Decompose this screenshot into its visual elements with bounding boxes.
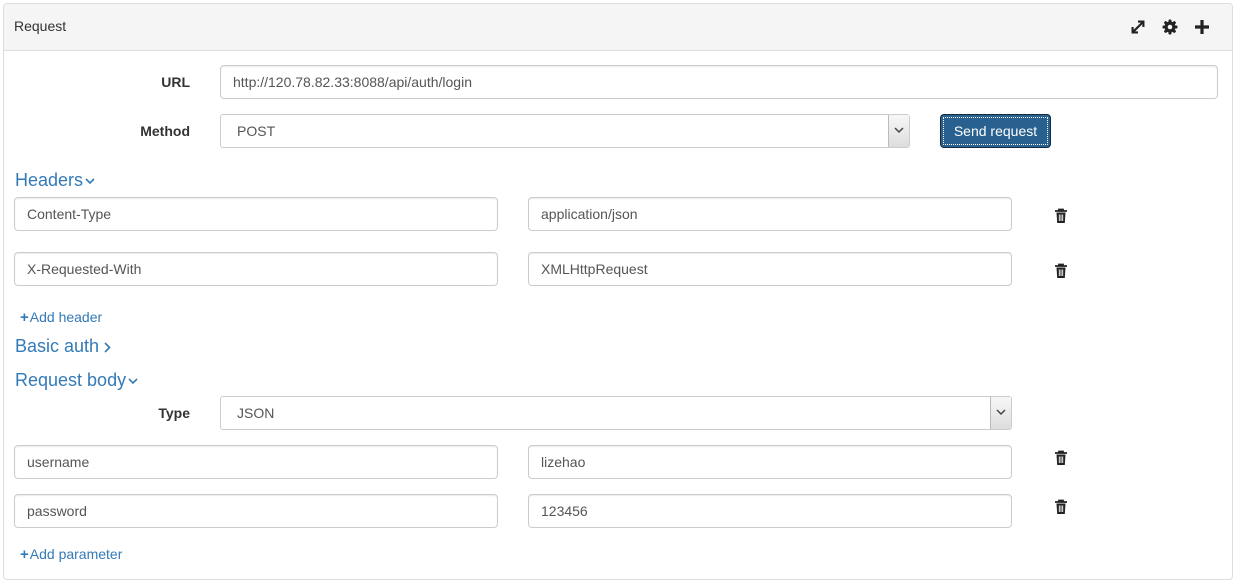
chevron-down-icon[interactable] xyxy=(990,397,1011,429)
url-input[interactable]: http://120.78.82.33:8088/api/auth/login xyxy=(220,65,1218,99)
trash-icon[interactable] xyxy=(1054,499,1068,515)
gear-icon[interactable] xyxy=(1161,18,1179,36)
chevron-down-icon[interactable] xyxy=(888,115,909,147)
method-select-value: POST xyxy=(237,123,276,139)
param-value-input[interactable]: lizehao xyxy=(528,445,1012,479)
panel-title: Request xyxy=(14,18,67,34)
expand-icon[interactable] xyxy=(1129,18,1147,36)
param-name-input[interactable]: password xyxy=(14,494,498,528)
method-label: Method xyxy=(140,123,190,139)
send-request-button[interactable]: Send request xyxy=(940,114,1051,148)
add-header-link[interactable]: +Add header xyxy=(20,309,102,326)
plus-icon[interactable] xyxy=(1193,18,1211,36)
headers-toggle[interactable]: Headers xyxy=(15,170,95,191)
basic-auth-title: Basic auth xyxy=(15,336,100,356)
header-name-input[interactable]: Content-Type xyxy=(14,197,498,231)
chevron-down-icon xyxy=(85,178,95,184)
trash-icon[interactable] xyxy=(1054,450,1068,466)
add-header-label: Add header xyxy=(29,309,103,325)
trash-icon[interactable] xyxy=(1054,208,1068,224)
plus-icon: + xyxy=(20,546,29,563)
trash-icon[interactable] xyxy=(1054,263,1068,279)
chevron-down-icon xyxy=(128,378,138,384)
header-name-input[interactable]: X-Requested-With xyxy=(14,252,498,286)
type-label: Type xyxy=(158,405,190,421)
plus-icon: + xyxy=(20,309,29,326)
request-body-title: Request body xyxy=(15,370,127,390)
body-type-select[interactable]: JSON xyxy=(220,396,1012,430)
param-name-input[interactable]: username xyxy=(14,445,498,479)
body-type-value: JSON xyxy=(237,405,275,421)
param-value-input[interactable]: 123456 xyxy=(528,494,1012,528)
url-label: URL xyxy=(161,74,190,90)
header-value-input[interactable]: application/json xyxy=(528,197,1012,231)
headers-title: Headers xyxy=(15,170,84,190)
basic-auth-toggle[interactable]: Basic auth xyxy=(15,336,111,357)
request-body-toggle[interactable]: Request body xyxy=(15,370,138,391)
method-select[interactable]: POST xyxy=(220,114,910,148)
add-parameter-label: Add parameter xyxy=(29,546,123,562)
panel-heading: Request xyxy=(4,4,1232,51)
chevron-right-icon xyxy=(104,342,111,353)
add-parameter-link[interactable]: +Add parameter xyxy=(20,546,122,563)
header-value-input[interactable]: XMLHttpRequest xyxy=(528,252,1012,286)
